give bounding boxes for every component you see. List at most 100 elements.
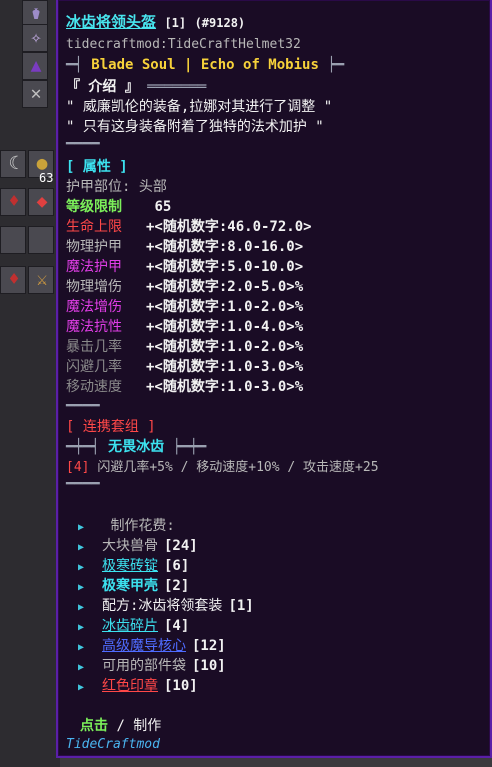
craft-item-name: 冰齿碎片 xyxy=(102,618,158,634)
inventory-slot[interactable]: ✕ xyxy=(22,80,48,108)
bullet-icon: ▶ xyxy=(78,562,85,573)
divider: ━━━━ xyxy=(66,136,100,152)
craft-item-name: 红色印章 xyxy=(102,678,158,694)
stat-value: +<随机数字:5.0-10.0> xyxy=(146,259,304,275)
level-requirement-row: 等级限制 65 xyxy=(66,196,171,216)
stat-row: 物理护甲 +<随机数字:8.0-16.0> xyxy=(66,236,303,256)
set-header: [ 连携套组 ] xyxy=(66,419,156,435)
series-suffix: ┝━ xyxy=(327,57,345,73)
stat-value: +<随机数字:46.0-72.0> xyxy=(146,219,312,235)
craft-item-count: [24] xyxy=(164,538,198,554)
craft-item: ▶ 配方:冰齿将领套装 [1] xyxy=(78,595,254,615)
intro-line: " 只有这身装备附着了独特的法术加护 " xyxy=(66,119,324,135)
inventory-slot[interactable]: ♦ xyxy=(0,188,26,216)
inventory-slot[interactable]: ◆ xyxy=(28,188,54,216)
bone-icon: ✕ xyxy=(30,83,42,104)
stat-row: 移动速度 +<随机数字:1.0-3.0>% xyxy=(66,376,303,396)
craft-item-count: [10] xyxy=(164,678,198,694)
stat-row: 暴击几率 +<随机数字:1.0-2.0>% xyxy=(66,336,303,356)
craft-item-count: [12] xyxy=(192,638,226,654)
level-requirement-label: 等级限制 xyxy=(66,199,122,215)
inventory-slot[interactable]: ☾ xyxy=(0,150,26,178)
inventory-slot[interactable]: ▲ xyxy=(22,52,48,80)
stat-row: 闪避几率 +<随机数字:1.0-3.0>% xyxy=(66,356,303,376)
stat-row: 魔法增伤 +<随机数字:1.0-2.0>% xyxy=(66,296,303,316)
craft-item: ▶ 高级魔导核心 [12] xyxy=(78,635,226,655)
bullet-icon: ▶ xyxy=(78,542,85,553)
stat-label: 魔法增伤 xyxy=(66,299,122,315)
stat-row: 魔法护甲 +<随机数字:5.0-10.0> xyxy=(66,256,303,276)
stat-label: 生命上限 xyxy=(66,219,122,235)
craft-item-name: 极寒甲壳 xyxy=(102,578,158,594)
inventory-slot[interactable]: ● 63 xyxy=(28,150,54,185)
set-bonus-row: [4] 闪避几率+5% / 移动速度+10% / 攻击速度+25 xyxy=(66,456,379,475)
intro-line: " 威廉凯伦的装备,拉娜对其进行了调整 " xyxy=(66,99,333,115)
stack-count: 63 xyxy=(39,171,54,185)
craft-item: ▶ 冰齿碎片 [4] xyxy=(78,615,189,635)
bullet-icon: ▶ xyxy=(78,642,85,653)
craft-item: ▶ 可用的部件袋 [10] xyxy=(78,655,226,675)
stat-value: +<随机数字:1.0-3.0>% xyxy=(146,359,304,375)
stat-label: 魔法抗性 xyxy=(66,319,122,335)
inventory-slot[interactable]: ♦ xyxy=(0,266,26,294)
stat-value: +<随机数字:2.0-5.0>% xyxy=(146,279,304,295)
bullet-icon: ▶ xyxy=(78,682,85,693)
stat-row: 物理增伤 +<随机数字:2.0-5.0>% xyxy=(66,276,303,296)
item-tier: [1] xyxy=(164,16,187,30)
craft-item-name: 可用的部件袋 xyxy=(102,658,186,674)
craft-item-name: 大块兽骨 xyxy=(102,538,158,554)
item-id: (#9128) xyxy=(194,16,246,30)
craft-item: ▶ 红色印章 [10] xyxy=(78,675,198,695)
divider: ━━━━ xyxy=(66,398,100,414)
intro-header: 『 介绍 』 xyxy=(66,79,139,95)
click-label: 点击 xyxy=(80,718,108,734)
craft-header: 制作花费: xyxy=(110,518,175,534)
inventory-slot[interactable] xyxy=(0,226,26,254)
craft-item-count: [2] xyxy=(164,578,190,594)
set-bonus-count: [4] xyxy=(66,460,90,475)
mod-name: TideCraftmod xyxy=(66,737,160,752)
bullet-icon: ▶ xyxy=(78,662,85,673)
registry-name: tidecraftmod:TideCraftHelmet32 xyxy=(66,37,301,52)
set-bar-right: ┝━┿━ xyxy=(172,439,207,455)
stat-label: 移动速度 xyxy=(66,379,122,395)
sword-icon: ⚔ xyxy=(36,269,48,290)
series-prefix: ━┥ xyxy=(66,57,83,73)
red-gem-icon: ◆ xyxy=(36,191,48,212)
stat-value: +<随机数字:1.0-4.0>% xyxy=(146,319,304,335)
bullet-icon: ▶ xyxy=(78,522,85,533)
craft-item-name: 高级魔导核心 xyxy=(102,638,186,654)
stat-label: 物理护甲 xyxy=(66,239,122,255)
stat-row: 魔法抗性 +<随机数字:1.0-4.0>% xyxy=(66,316,303,336)
bullet-icon: ▶ xyxy=(78,582,85,593)
craft-item: ▶ 大块兽骨 [24] xyxy=(78,535,198,555)
stat-value: +<随机数字:1.0-2.0>% xyxy=(146,299,304,315)
inventory-slot[interactable] xyxy=(28,226,54,254)
craft-item-count: [6] xyxy=(164,558,190,574)
craft-item-count: [4] xyxy=(164,618,190,634)
stat-label: 物理增伤 xyxy=(66,279,122,295)
set-bonus-text: 闪避几率+5% / 移动速度+10% / 攻击速度+25 xyxy=(97,460,379,475)
craft-item-name: 极寒砖锭 xyxy=(102,558,158,574)
attributes-header: [ 属性 ] xyxy=(66,159,128,175)
tooltip-title-row: 冰齿将领头盔 [1] (#9128) xyxy=(66,11,245,32)
intro-divider: ═══════ xyxy=(147,79,207,95)
series-row: ━┥ Blade Soul | Echo of Mobius ┝━ xyxy=(66,57,344,73)
set-name-row: ━┿━┥ 无畏冰齿 ┝━┿━ xyxy=(66,436,206,456)
divider: ━━━━ xyxy=(66,476,100,492)
craft-header-row: ▶ 制作花费: xyxy=(78,515,175,535)
stat-label: 暴击几率 xyxy=(66,339,122,355)
stat-value: +<随机数字:1.0-2.0>% xyxy=(146,339,304,355)
craft-item-count: [10] xyxy=(192,658,226,674)
stat-row: 生命上限 +<随机数字:46.0-72.0> xyxy=(66,216,312,236)
armor-slot-label: 护甲部位: xyxy=(66,179,131,195)
bullet-icon: ▶ xyxy=(78,602,85,613)
red-armor-icon: ♦ xyxy=(8,269,20,290)
scythe-icon: ☾ xyxy=(8,153,20,174)
stat-value: +<随机数字:8.0-16.0> xyxy=(146,239,304,255)
inventory-slot[interactable]: ⚔ xyxy=(28,266,54,294)
item-tooltip: 冰齿将领头盔 [1] (#9128) tidecraftmod:TideCraf… xyxy=(56,0,492,758)
inventory-slot[interactable]: ✧ xyxy=(22,24,48,52)
witch-hat-icon: ▲ xyxy=(30,55,42,76)
armor-slot-value: 头部 xyxy=(138,179,167,195)
